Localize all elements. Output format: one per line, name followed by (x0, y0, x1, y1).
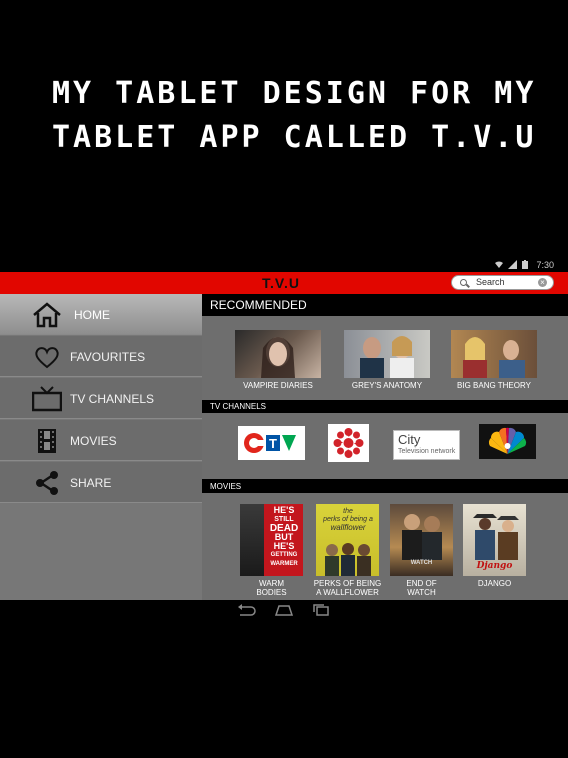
svg-text:T: T (269, 436, 277, 451)
section-title: MOVIES (210, 482, 242, 491)
poster-text: WARMER (270, 561, 298, 567)
movie-title: END OF WATCH (390, 579, 453, 597)
home-icon (33, 302, 61, 328)
sidebar-item-home[interactable]: HOME (0, 294, 202, 335)
headline-line-2: TABLET APP CALLED T.V.U (52, 120, 537, 155)
sidebar-item-label: MOVIES (70, 434, 117, 448)
main-content: RECOMMENDED VAMPIRE DIARIES GREY'S ANATO… (202, 294, 568, 600)
poster-text: HE'S (273, 541, 295, 551)
ctv-logo: T (244, 433, 296, 453)
status-bar: 7:30 (0, 258, 568, 272)
poster-tagline: HE'S STILL DEAD BUT HE'S GETTING WARMER (266, 506, 302, 569)
heart-icon (35, 347, 59, 369)
section-header-recommended: RECOMMENDED (202, 294, 568, 316)
poster-text: WATCH (410, 560, 433, 566)
system-nav-bar (0, 600, 568, 620)
section-header-tv-channels: TV CHANNELS (202, 400, 568, 413)
page-headline: MY TABLET DESIGN FOR MY TABLET APP CALLE… (52, 72, 552, 160)
sidebar-item-movies[interactable]: MOVIES (0, 420, 202, 461)
app-bar: T.V.U Search × (0, 272, 568, 294)
show-title: BIG BANG THEORY (457, 381, 531, 390)
movie-title-line-2: BODIES (256, 588, 287, 597)
app-title: T.V.U (262, 275, 300, 291)
channel-cbc[interactable] (328, 424, 369, 462)
share-icon (36, 471, 58, 495)
sidebar-item-tv-channels[interactable]: TV CHANNELS (0, 378, 202, 419)
sidebar-item-label: FAVOURITES (70, 350, 146, 364)
sidebar: HOME FAVOURITES TV CHANNELS MOVIES SHARE (0, 294, 202, 600)
movie-poster: HE'S STILL DEAD BUT HE'S GETTING WARMER (240, 504, 303, 576)
show-title: VAMPIRE DIARIES (243, 381, 313, 390)
wifi-icon (494, 261, 503, 268)
movie-poster: WATCH (390, 504, 453, 576)
poster-text: wallflower (330, 523, 366, 532)
channel-nbc[interactable] (479, 424, 536, 459)
movie-title: DJANGO (463, 579, 526, 588)
sidebar-item-label: HOME (74, 308, 110, 322)
movie-title: PERKS OF BEING A WALLFLOWER (304, 579, 391, 597)
tv-icon (32, 386, 62, 412)
nbc-peacock-logo (488, 427, 527, 454)
poster-text: HE'S (273, 505, 295, 515)
recents-icon[interactable] (311, 604, 331, 616)
battery-icon (522, 260, 528, 269)
movie-title-line-1: END OF (406, 579, 437, 588)
channel-city[interactable]: City Television network (393, 430, 460, 460)
sidebar-item-share[interactable]: SHARE (0, 462, 202, 503)
signal-icon (508, 260, 518, 269)
show-thumbnail (451, 330, 537, 378)
movie-title: WARM BODIES (240, 579, 303, 597)
movie-title-line-1: PERKS OF BEING (313, 579, 382, 588)
movie-title-line-1: WARM (258, 579, 285, 588)
movie-title-line-2: A WALLFLOWER (316, 588, 379, 597)
section-title: TV CHANNELS (210, 402, 267, 411)
movie-title-line-1: DJANGO (477, 579, 512, 588)
headline-line-1: MY TABLET DESIGN FOR MY (52, 76, 537, 111)
city-logo-subtitle: Television network (398, 448, 456, 455)
tablet-screen: 7:30 T.V.U Search × HOME FAVOURITES TV C… (0, 258, 568, 620)
home-nav-icon[interactable] (274, 604, 294, 616)
search-input[interactable]: Search × (451, 275, 554, 290)
sidebar-item-label: SHARE (70, 476, 112, 490)
status-time: 7:30 (536, 260, 554, 270)
search-placeholder: Search (476, 277, 505, 287)
city-logo: City (398, 432, 421, 447)
cbc-logo (333, 428, 364, 458)
clear-search-icon[interactable]: × (538, 278, 547, 287)
section-header-movies: MOVIES (202, 479, 568, 493)
poster-figure (240, 504, 264, 576)
poster-title: the perks of being a wallflower (322, 508, 374, 532)
status-icons (494, 260, 528, 271)
sidebar-item-label: TV CHANNELS (70, 392, 155, 406)
movie-poster: the perks of being a wallflower (316, 504, 379, 576)
channel-ctv[interactable]: T (238, 426, 305, 460)
poster-text: the (343, 508, 353, 515)
movie-title-line-2: WATCH (407, 588, 436, 597)
search-icon (460, 279, 467, 286)
poster-figures (325, 543, 371, 576)
poster-text: GETTING (270, 552, 298, 558)
show-title: GREY'S ANATOMY (351, 381, 423, 390)
show-thumbnail (235, 330, 321, 378)
movie-poster: Django (463, 504, 526, 576)
poster-text: Django (476, 561, 513, 571)
show-thumbnail (344, 330, 430, 378)
section-title: RECOMMENDED (210, 298, 307, 312)
back-icon[interactable] (236, 604, 256, 616)
film-icon (38, 429, 56, 453)
sidebar-item-favourites[interactable]: FAVOURITES (0, 336, 202, 377)
